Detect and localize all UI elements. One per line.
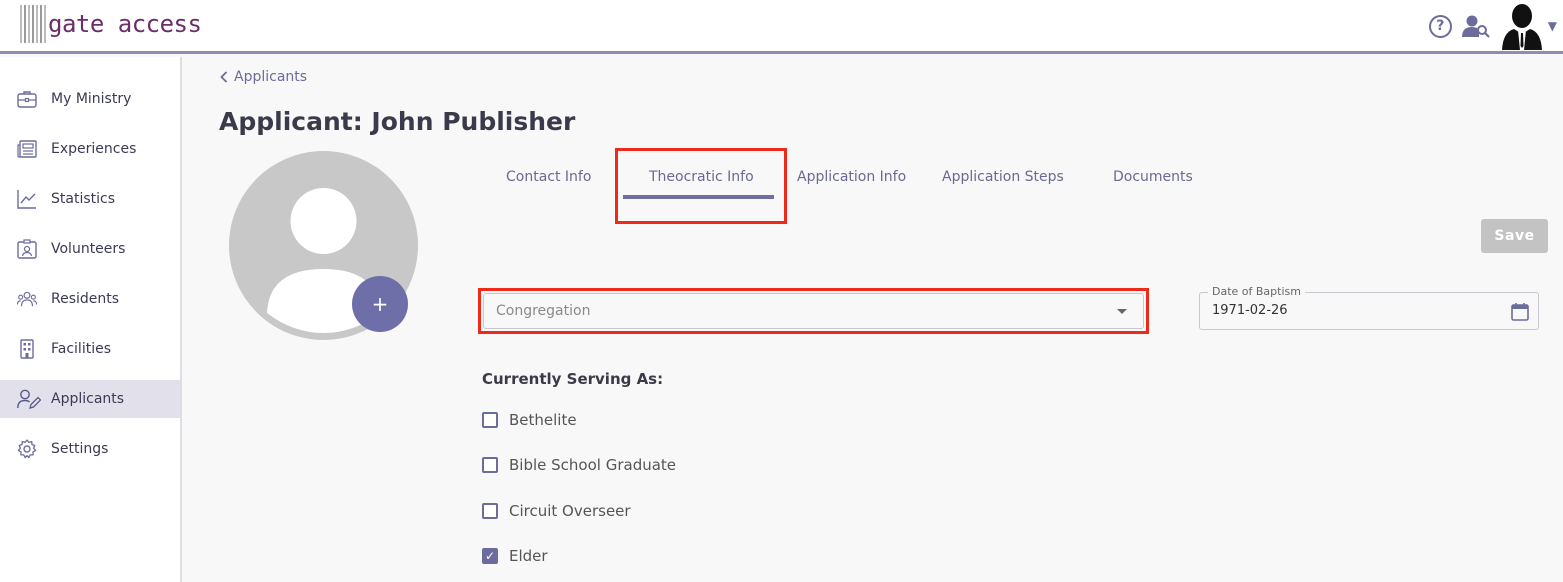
checkbox-label: Circuit Overseer: [509, 502, 631, 520]
logo-text: gate access: [48, 10, 202, 38]
checkbox-box[interactable]: [482, 457, 498, 473]
sidebar-item-label: Facilities: [51, 341, 111, 357]
tab-application-steps[interactable]: Application Steps: [942, 169, 1064, 185]
main-content: Applicants Applicant: John Publisher + C…: [184, 57, 1563, 582]
baptism-date-value[interactable]: 1971-02-26: [1212, 303, 1288, 318]
sidebar-item-label: Residents: [51, 291, 120, 307]
sidebar-item-label: Statistics: [51, 191, 115, 207]
checkbox-label: Bethelite: [509, 411, 577, 429]
page-title: Applicant: John Publisher: [219, 107, 576, 136]
newspaper-icon: [17, 140, 37, 158]
checkbox-box[interactable]: [482, 503, 498, 519]
tab-application-info[interactable]: Application Info: [797, 169, 906, 185]
chevron-down-icon[interactable]: ▼: [1548, 19, 1557, 33]
sidebar-item-settings[interactable]: Settings: [0, 430, 180, 468]
tab-contact-info[interactable]: Contact Info: [506, 169, 591, 185]
highlight-box-tab: [615, 148, 787, 224]
checkbox-bible-school-graduate[interactable]: Bible School Graduate: [482, 454, 676, 476]
save-button[interactable]: Save: [1481, 219, 1548, 253]
sidebar-item-label: Experiences: [51, 141, 137, 157]
sidebar-item-label: Applicants: [51, 391, 125, 407]
chevron-left-icon: [220, 71, 228, 83]
briefcase-icon: [17, 91, 37, 108]
breadcrumb-link[interactable]: Applicants: [234, 69, 307, 85]
baptism-date-label: Date of Baptism: [1208, 285, 1305, 298]
users-icon: [17, 291, 37, 307]
sidebar-item-label: Settings: [51, 441, 109, 457]
app-logo[interactable]: gate access: [20, 4, 202, 44]
checkbox-bethelite[interactable]: Bethelite: [482, 409, 577, 431]
user-edit-icon: [17, 389, 41, 409]
serving-section-label: Currently Serving As:: [482, 370, 664, 388]
checkbox-elder[interactable]: ✓ Elder: [482, 545, 548, 567]
id-badge-icon: [17, 239, 37, 259]
chart-line-icon: [17, 190, 36, 209]
user-search-icon[interactable]: [1461, 14, 1490, 38]
gear-icon: [17, 439, 37, 459]
baptism-date-field[interactable]: Date of Baptism 1971-02-26: [1199, 285, 1539, 330]
sidebar-item-facilities[interactable]: Facilities: [0, 330, 180, 368]
help-icon[interactable]: ?: [1428, 14, 1452, 38]
calendar-icon[interactable]: [1511, 302, 1529, 321]
sidebar-item-statistics[interactable]: Statistics: [0, 180, 180, 218]
top-bar: gate access ? ▼: [0, 0, 1563, 54]
sidebar-item-volunteers[interactable]: Volunteers: [0, 230, 180, 268]
logo-bars-icon: [20, 5, 46, 43]
header-actions: ? ▼: [1428, 2, 1557, 50]
sidebar-item-label: My Ministry: [51, 91, 132, 107]
checkbox-circuit-overseer[interactable]: Circuit Overseer: [482, 500, 631, 522]
add-photo-button[interactable]: +: [352, 276, 408, 332]
highlight-box-select: [478, 288, 1149, 334]
sidebar-item-label: Volunteers: [51, 241, 126, 257]
sidebar-item-my-ministry[interactable]: My Ministry: [0, 80, 180, 118]
tab-documents[interactable]: Documents: [1113, 169, 1193, 185]
sidebar-item-experiences[interactable]: Experiences: [0, 130, 180, 168]
breadcrumb[interactable]: Applicants: [220, 69, 307, 85]
sidebar-item-residents[interactable]: Residents: [0, 280, 180, 318]
sidebar-item-applicants[interactable]: Applicants: [0, 380, 180, 418]
building-icon: [20, 339, 34, 359]
checkbox-box-checked[interactable]: ✓: [482, 548, 498, 564]
checkbox-label: Elder: [509, 547, 548, 565]
profile-avatar-icon[interactable]: [1500, 2, 1544, 50]
checkbox-box[interactable]: [482, 412, 498, 428]
checkbox-label: Bible School Graduate: [509, 456, 677, 474]
sidebar: My Ministry Experiences Statistics Volun…: [0, 57, 182, 582]
